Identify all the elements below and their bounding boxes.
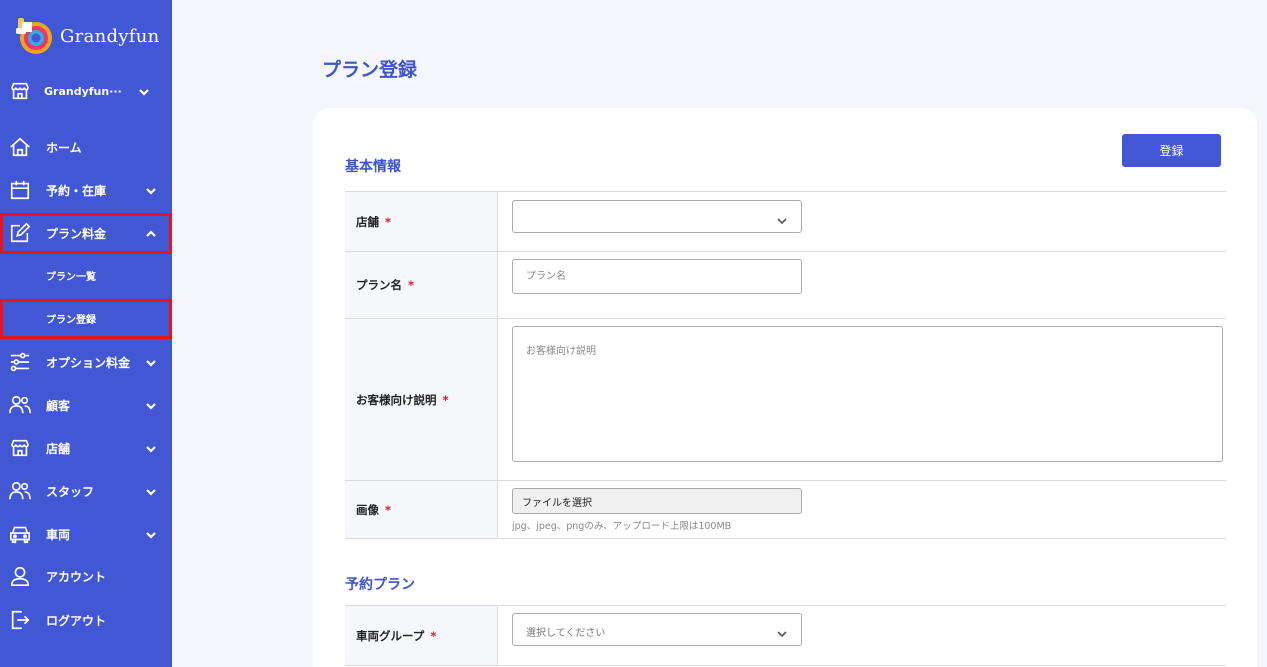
sidebar-item-reservation[interactable]: 予約・在庫 — [0, 170, 172, 210]
sidebar-item-label: ホーム — [46, 140, 82, 155]
plan-name-input[interactable] — [512, 259, 802, 294]
vehicle-group-placeholder: 選択してください — [526, 628, 606, 639]
vehicle-group-label: 車両グループ — [356, 628, 425, 643]
users-icon — [9, 394, 31, 416]
edit-icon — [9, 222, 31, 244]
section-title-basic: 基本情報 — [345, 159, 401, 175]
chevron-up-icon — [144, 226, 158, 240]
sidebar-item-label: アカウント — [46, 569, 107, 584]
car-icon — [9, 523, 31, 545]
section-title-reservation: 予約プラン — [345, 577, 415, 593]
submenu-item-plan-list[interactable]: プラン一覧 — [0, 257, 172, 293]
store-icon — [9, 437, 31, 459]
sidebar-item-label: プラン料金 — [46, 226, 107, 241]
required-mark: * — [408, 278, 415, 292]
users-icon — [9, 480, 31, 502]
sidebar-item-home[interactable]: ホーム — [0, 127, 172, 167]
sidebar-item-label: ログアウト — [46, 613, 107, 628]
vehicle-group-select[interactable]: 選択してください — [512, 613, 802, 646]
app-logo[interactable]: Grandyfun — [14, 16, 160, 56]
chevron-down-icon — [144, 484, 158, 498]
home-icon — [9, 136, 31, 158]
sidebar-item-label: 予約・在庫 — [46, 183, 107, 198]
sidebar-item-stores[interactable]: 店舗 — [0, 428, 172, 468]
chevron-down-icon — [776, 625, 788, 638]
store-icon — [9, 80, 31, 102]
sidebar-item-label: 車両 — [46, 527, 71, 542]
description-label: お客様向け説明 — [356, 392, 437, 407]
required-mark: * — [442, 392, 449, 407]
store-select[interactable] — [512, 200, 802, 233]
calendar-icon — [9, 179, 31, 201]
submenu-item-plan-register[interactable]: プラン登録 — [0, 300, 172, 336]
chevron-down-icon — [144, 527, 158, 541]
image-label: 画像 — [356, 502, 379, 517]
chevron-down-icon — [144, 183, 158, 197]
store-label: 店舗 — [356, 214, 379, 229]
sliders-icon — [9, 351, 31, 373]
store-selector[interactable]: Grandyfun··· — [0, 71, 172, 111]
register-button[interactable]: 登録 — [1122, 134, 1221, 167]
required-mark: * — [385, 214, 392, 229]
logo-icon — [16, 18, 52, 54]
required-mark: * — [385, 502, 392, 517]
submenu-item-label: プラン一覧 — [46, 271, 96, 283]
sidebar: Grandyfun Grandyfun··· ホーム 予約・在庫 プラン料金 プ… — [0, 0, 172, 667]
sidebar-item-vehicles[interactable]: 車両 — [0, 514, 172, 554]
sidebar-item-customers[interactable]: 顧客 — [0, 385, 172, 425]
file-upload-hint: jpg、jpeg、pngのみ、アップロード上限は100MB — [512, 521, 732, 532]
user-icon — [9, 565, 31, 587]
logout-icon — [9, 609, 31, 631]
required-mark: * — [430, 628, 437, 643]
chevron-down-icon — [776, 212, 788, 225]
field-label: 車両グループ * — [345, 606, 498, 665]
sidebar-item-staff[interactable]: スタッフ — [0, 471, 172, 511]
field-label: お客様向け説明 * — [345, 319, 498, 480]
field-label: プラン名 * — [345, 252, 498, 318]
submenu-item-label: プラン登録 — [46, 314, 96, 326]
chevron-down-icon — [144, 398, 158, 412]
store-selector-label: Grandyfun··· — [44, 84, 122, 98]
sidebar-item-logout[interactable]: ログアウト — [0, 600, 172, 640]
sidebar-item-label: 店舗 — [46, 441, 71, 456]
sidebar-item-plan-pricing[interactable]: プラン料金 — [0, 213, 172, 253]
app-name: Grandyfun — [60, 25, 160, 47]
chevron-down-icon — [137, 84, 151, 98]
file-select-button[interactable]: ファイルを選択 — [512, 488, 802, 514]
field-label: 画像 * — [345, 481, 498, 538]
sidebar-item-label: スタッフ — [46, 484, 95, 499]
sidebar-item-option-pricing[interactable]: オプション料金 — [0, 342, 172, 382]
description-textarea[interactable] — [512, 326, 1223, 462]
plan-name-label: プラン名 — [356, 278, 402, 292]
page-title: プラン登録 — [322, 59, 418, 81]
sidebar-item-account[interactable]: アカウント — [0, 556, 172, 596]
chevron-down-icon — [144, 441, 158, 455]
sidebar-item-label: 顧客 — [46, 398, 71, 413]
field-label: 店舗 * — [345, 192, 498, 251]
sidebar-item-label: オプション料金 — [46, 355, 131, 370]
chevron-down-icon — [144, 355, 158, 369]
